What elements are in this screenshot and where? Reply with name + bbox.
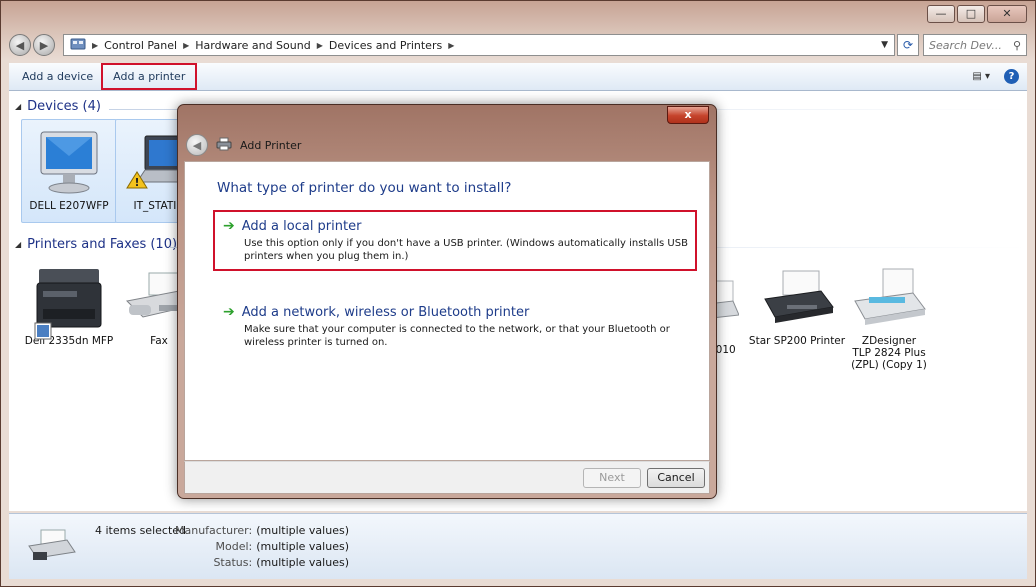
manufacturer-value: (multiple values) (256, 524, 349, 537)
printers-group-title: Printers and Faxes (10) (27, 237, 178, 252)
monitor-icon (29, 126, 109, 198)
selection-count: 4 items selected (95, 524, 187, 537)
printer-item[interactable]: ZDesigner TLP 2824 Plus (ZPL) (Copy 1) (839, 255, 939, 385)
dialog-title: Add Printer (240, 138, 302, 152)
dialog-close-button[interactable]: x (667, 106, 709, 124)
option-title: Add a network, wireless or Bluetooth pri… (241, 304, 530, 320)
refresh-button[interactable]: ⟳ (897, 34, 919, 56)
breadcrumb-separator: ▶ (316, 40, 323, 50)
address-bar[interactable]: ▶ Control Panel ▶ Hardware and Sound ▶ D… (63, 34, 895, 56)
dialog-back-button[interactable]: ◀ (186, 134, 208, 156)
window-controls: — □ ✕ (927, 5, 1027, 23)
devices-group-title: Devices (4) (27, 99, 101, 114)
address-row: ◀ ▶ ▶ Control Panel ▶ Hardware and Sound… (9, 33, 1027, 57)
add-printer-button[interactable]: Add a printer (101, 63, 198, 90)
details-grid: Manufacturer: (multiple values) Model: (… (175, 524, 349, 569)
option-title: Add a local printer (241, 218, 362, 234)
arrow-left-icon: ◀ (192, 138, 202, 152)
multifunction-printer-icon (29, 261, 109, 340)
devices-group-header[interactable]: ◢ Devices (4) (15, 99, 101, 114)
cancel-button[interactable]: Cancel (647, 468, 705, 488)
arrow-left-icon: ◀ (15, 38, 25, 52)
add-local-printer-option[interactable]: ➔ Add a local printer Use this option on… (213, 210, 697, 271)
device-item[interactable]: DELL E207WFP (21, 119, 117, 223)
arrow-right-icon: ▶ (39, 38, 49, 52)
view-options-icon[interactable]: ▤ ▾ (972, 71, 990, 82)
collapse-triangle-icon: ◢ (15, 240, 22, 249)
dialog-content: What type of printer do you want to inst… (184, 161, 710, 461)
back-button[interactable]: ◀ (9, 34, 31, 56)
green-arrow-icon: ➔ (223, 304, 235, 320)
printers-icon (27, 526, 77, 566)
maximize-button[interactable]: □ (957, 5, 985, 23)
refresh-icon: ⟳ (902, 38, 914, 52)
device-label: DELL E207WFP (29, 200, 109, 212)
printers-group-header[interactable]: ◢ Printers and Faxes (10) (15, 237, 177, 252)
add-network-printer-option[interactable]: ➔ Add a network, wireless or Bluetooth p… (215, 298, 695, 355)
model-value: (multiple values) (256, 540, 349, 553)
forward-button[interactable]: ▶ (33, 34, 55, 56)
printer-icon (216, 137, 232, 154)
manufacturer-label: Manufacturer: (175, 524, 253, 537)
control-panel-icon (70, 37, 86, 54)
status-label: Status: (213, 556, 253, 569)
model-label: Model: (215, 540, 253, 553)
breadcrumb-separator: ▶ (183, 40, 190, 50)
add-device-button[interactable]: Add a device (13, 66, 102, 87)
command-toolbar: Add a device Add a printer ▤ ▾ ? (9, 63, 1027, 91)
search-icon: ⚲ (1012, 38, 1021, 52)
option-description: Make sure that your computer is connecte… (244, 324, 670, 348)
green-arrow-icon: ➔ (223, 218, 235, 234)
printer-item[interactable]: Star SP200 Printer (747, 255, 847, 365)
dialog-title-bar: ◀ Add Printer (186, 134, 301, 156)
printer-icon (757, 261, 837, 333)
svg-text:!: ! (134, 176, 139, 189)
printer-icon (849, 261, 929, 333)
add-printer-dialog: x ◀ Add Printer What type of printer do … (177, 104, 717, 499)
option-description: Use this option only if you don't have a… (244, 238, 688, 262)
close-button[interactable]: ✕ (987, 5, 1027, 23)
collapse-triangle-icon: ◢ (15, 102, 22, 111)
status-value: (multiple values) (256, 556, 349, 569)
breadcrumb-hardware-and-sound[interactable]: Hardware and Sound (195, 39, 310, 52)
next-button[interactable]: Next (583, 468, 641, 488)
dialog-heading: What type of printer do you want to inst… (217, 180, 512, 196)
minimize-button[interactable]: — (927, 5, 955, 23)
breadcrumb-separator: ▶ (92, 40, 99, 50)
help-icon[interactable]: ? (1004, 69, 1019, 84)
details-pane: 4 items selected Manufacturer: (multiple… (9, 513, 1027, 579)
search-input[interactable]: Search Dev... ⚲ (923, 34, 1027, 56)
search-placeholder: Search Dev... (929, 38, 1002, 52)
dialog-footer: Next Cancel (184, 461, 710, 494)
breadcrumb-control-panel[interactable]: Control Panel (104, 39, 177, 52)
breadcrumb-separator: ▶ (448, 40, 455, 50)
printer-item[interactable]: Dell 2335dn MFP (21, 255, 117, 365)
address-dropdown-icon[interactable]: ▼ (881, 40, 888, 50)
breadcrumb-devices-and-printers[interactable]: Devices and Printers (329, 39, 442, 52)
